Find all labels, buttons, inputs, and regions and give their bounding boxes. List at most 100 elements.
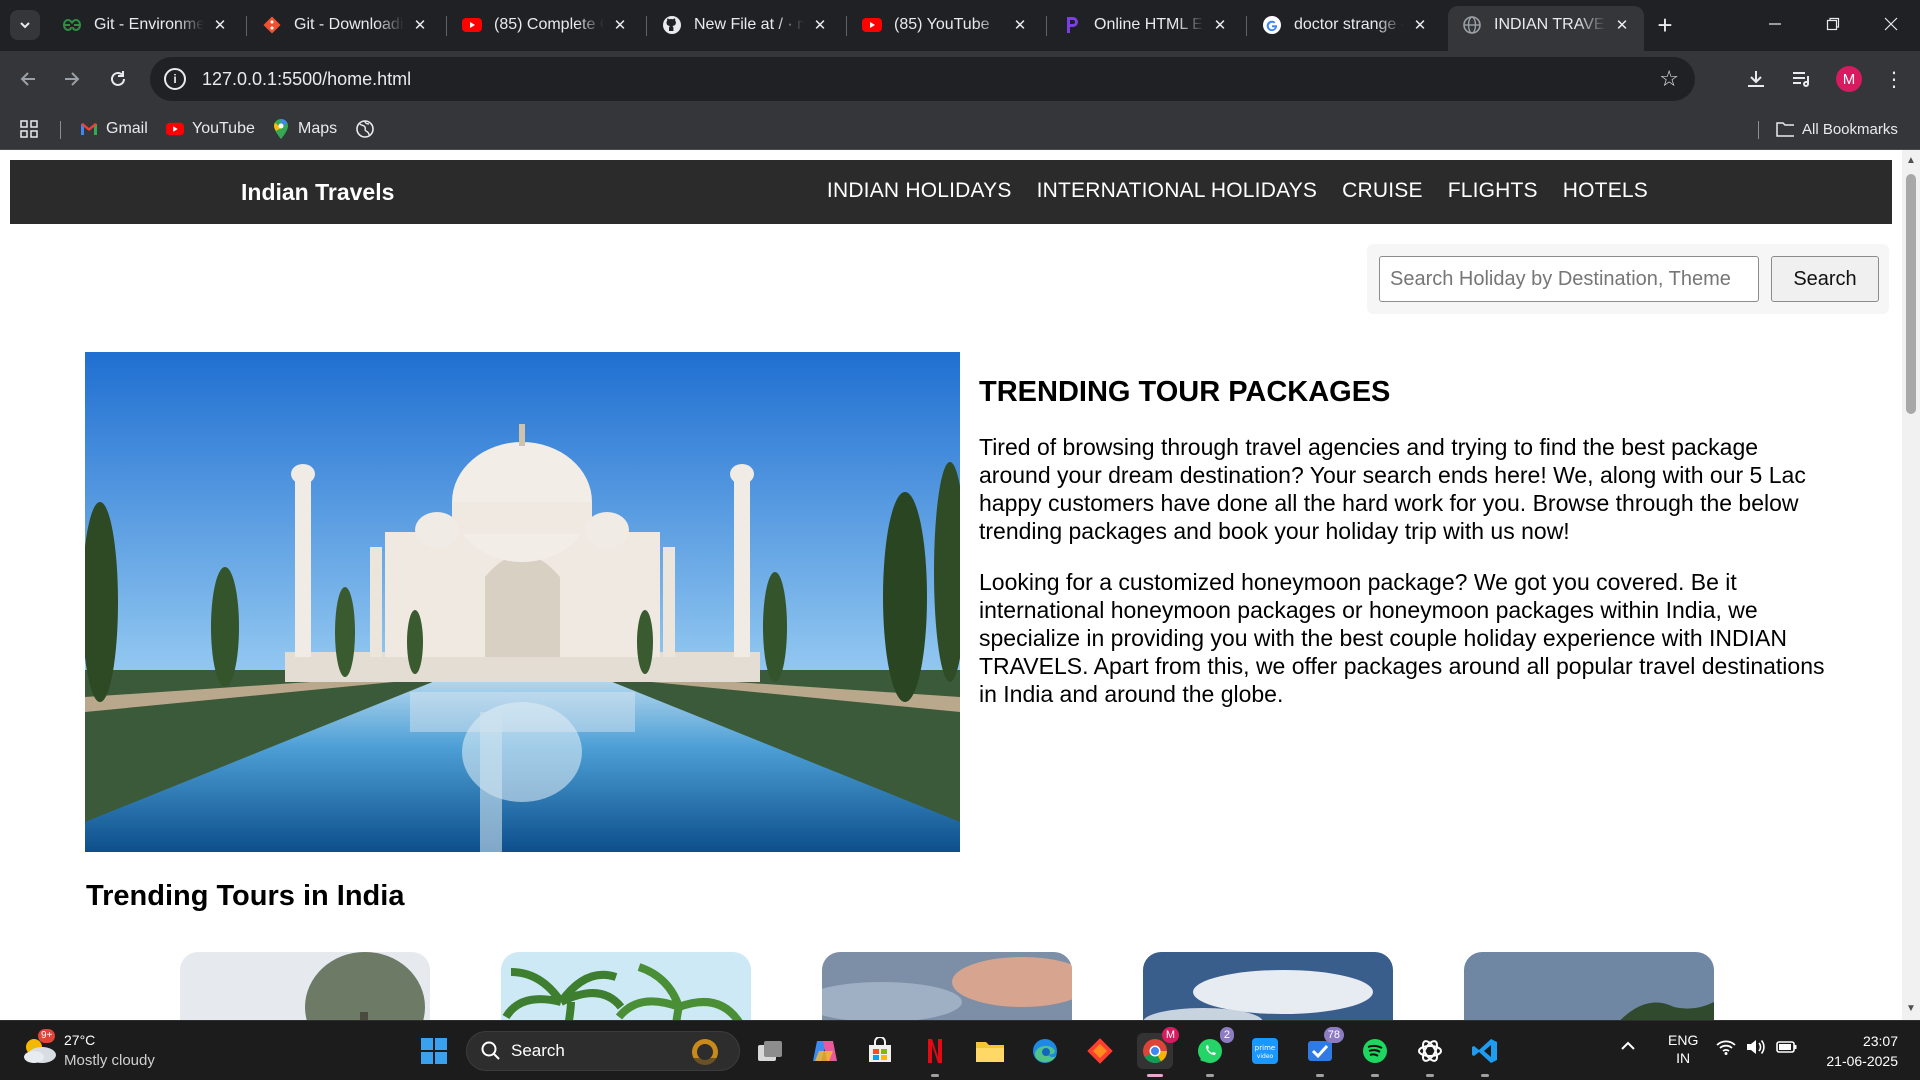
all-bookmarks-button[interactable]: All Bookmarks (1776, 117, 1898, 141)
copilot-button[interactable] (807, 1033, 843, 1069)
reload-icon (111, 71, 125, 86)
vscode-button[interactable] (1467, 1033, 1503, 1077)
tour-card-image[interactable] (180, 952, 430, 1020)
todo-button[interactable]: 78 (1302, 1027, 1344, 1077)
wifi-status[interactable] (1716, 1039, 1736, 1058)
minimize-icon (1769, 23, 1781, 25)
bookmark-gmail[interactable]: Gmail (80, 117, 148, 141)
start-button[interactable] (416, 1033, 452, 1069)
apps-button[interactable] (20, 117, 46, 141)
tour-card-image[interactable] (1464, 952, 1714, 1020)
prime-video-button[interactable]: prime video (1247, 1033, 1283, 1069)
taskbar-search[interactable]: Search (466, 1031, 740, 1071)
menu-hotels[interactable]: HOTELS (1563, 179, 1648, 203)
address-bar[interactable]: i 127.0.0.1:5500/home.html ☆ (150, 57, 1695, 101)
menu-international-holidays[interactable]: INTERNATIONAL HOLIDAYS (1037, 179, 1318, 203)
tour-card-image[interactable] (822, 952, 1072, 1020)
chatgpt-icon (1418, 1040, 1442, 1062)
menu-button[interactable]: ⋮ (1880, 65, 1908, 93)
bookmark-maps[interactable]: Maps (272, 117, 337, 141)
close-icon[interactable]: ✕ (1612, 15, 1632, 35)
back-button[interactable] (12, 63, 44, 95)
tab-indian-travels[interactable]: INDIAN TRAVELS ✕ (1448, 6, 1644, 51)
running-indicator (1481, 1074, 1489, 1077)
vscode-icon (1472, 1039, 1497, 1063)
git-app-button[interactable] (1082, 1033, 1118, 1069)
reload-button[interactable] (102, 63, 134, 95)
scroll-down-icon[interactable]: ▼ (1905, 1002, 1917, 1014)
scrollbar-thumb[interactable] (1906, 174, 1916, 414)
tab-complete-git[interactable]: (85) Complete Git and GitHub ✕ (448, 6, 642, 44)
task-view-button[interactable] (752, 1033, 788, 1069)
close-icon[interactable]: ✕ (210, 15, 230, 35)
url-text[interactable]: 127.0.0.1:5500/home.html (202, 69, 411, 90)
close-icon[interactable]: ✕ (1010, 15, 1030, 35)
bookmark-star-icon[interactable]: ☆ (1659, 66, 1679, 92)
close-icon[interactable]: ✕ (1410, 15, 1430, 35)
download-button[interactable] (1742, 65, 1770, 93)
system-clock[interactable]: 23:07 21-06-2025 (1826, 1031, 1898, 1071)
tab-youtube[interactable]: (85) YouTube ✕ (848, 6, 1042, 44)
holiday-search-input[interactable] (1379, 256, 1759, 302)
github-icon (662, 15, 682, 35)
taj-mahal-image (85, 352, 960, 852)
running-indicator (1426, 1074, 1434, 1077)
language-indicator[interactable]: ENG IN (1668, 1031, 1698, 1067)
tour-card-image[interactable] (501, 952, 751, 1020)
svg-text:prime: prime (1255, 1044, 1275, 1052)
tab-online-html-editor[interactable]: Online HTML Editor ✕ (1048, 6, 1242, 44)
taskbar-search-label: Search (511, 1041, 565, 1060)
tab-git-environment[interactable]: Git - Environment Setup ✕ (48, 6, 242, 44)
whatsapp-icon (1198, 1039, 1222, 1063)
site-brand[interactable]: Indian Travels (241, 179, 394, 206)
whatsapp-button[interactable]: 2 (1192, 1027, 1234, 1077)
tab-search-button[interactable] (10, 10, 40, 40)
menu-indian-holidays[interactable]: INDIAN HOLIDAYS (827, 179, 1012, 203)
region-code: IN (1676, 1050, 1691, 1066)
prime-video-icon: primevideo (1252, 1038, 1278, 1064)
close-window-button[interactable] (1862, 0, 1920, 48)
tour-card-image[interactable] (1143, 952, 1393, 1020)
netflix-button[interactable] (917, 1033, 953, 1077)
page-scrollbar[interactable]: ▲ ▼ (1902, 150, 1920, 1020)
battery-status[interactable] (1776, 1039, 1798, 1058)
chevron-up-icon (1621, 1041, 1635, 1050)
weather-widget[interactable]: 9+ 27°C Mostly cloudy (20, 1029, 170, 1073)
tray-overflow-button[interactable] (1620, 1039, 1636, 1055)
microsoft-store-button[interactable] (862, 1033, 898, 1069)
restore-button[interactable] (1804, 0, 1862, 48)
bookmark-globe[interactable] (356, 117, 382, 141)
svg-text:video: video (1257, 1053, 1274, 1060)
tab-doctor-strange[interactable]: doctor strange - Google ✕ (1248, 6, 1442, 44)
chrome-button[interactable]: M (1137, 1027, 1179, 1077)
profile-avatar[interactable]: M (1836, 66, 1862, 92)
editor-icon (1062, 15, 1082, 35)
info-icon[interactable]: i (164, 68, 186, 90)
new-tab-button[interactable]: + (1650, 10, 1680, 40)
close-icon[interactable]: ✕ (1210, 15, 1230, 35)
copilot-icon (813, 1041, 837, 1061)
bookmark-label: Gmail (106, 120, 148, 137)
close-icon[interactable]: ✕ (410, 15, 430, 35)
volume-status[interactable] (1746, 1039, 1766, 1058)
forward-button[interactable] (56, 63, 88, 95)
edge-button[interactable] (1027, 1033, 1063, 1069)
tab-title: Online HTML Editor (1094, 16, 1204, 33)
menu-flights[interactable]: FLIGHTS (1448, 179, 1538, 203)
media-control-button[interactable] (1788, 65, 1816, 93)
bookmark-youtube[interactable]: YouTube (166, 117, 255, 141)
spotify-button[interactable] (1357, 1033, 1393, 1077)
tab-git-downloading[interactable]: Git - Downloading Package ✕ (248, 6, 442, 44)
close-icon[interactable]: ✕ (610, 15, 630, 35)
scroll-up-icon[interactable]: ▲ (1905, 154, 1917, 166)
tab-new-file[interactable]: New File at / · main ✕ (648, 6, 842, 44)
tab-separator (446, 16, 447, 36)
menu-cruise[interactable]: CRUISE (1342, 179, 1423, 203)
close-icon[interactable]: ✕ (810, 15, 830, 35)
minimize-button[interactable] (1746, 0, 1804, 48)
chatgpt-button[interactable] (1412, 1033, 1448, 1077)
task-view-icon (758, 1041, 782, 1061)
search-button[interactable]: Search (1771, 256, 1879, 302)
file-explorer-button[interactable] (972, 1033, 1008, 1069)
tab-separator (646, 16, 647, 36)
